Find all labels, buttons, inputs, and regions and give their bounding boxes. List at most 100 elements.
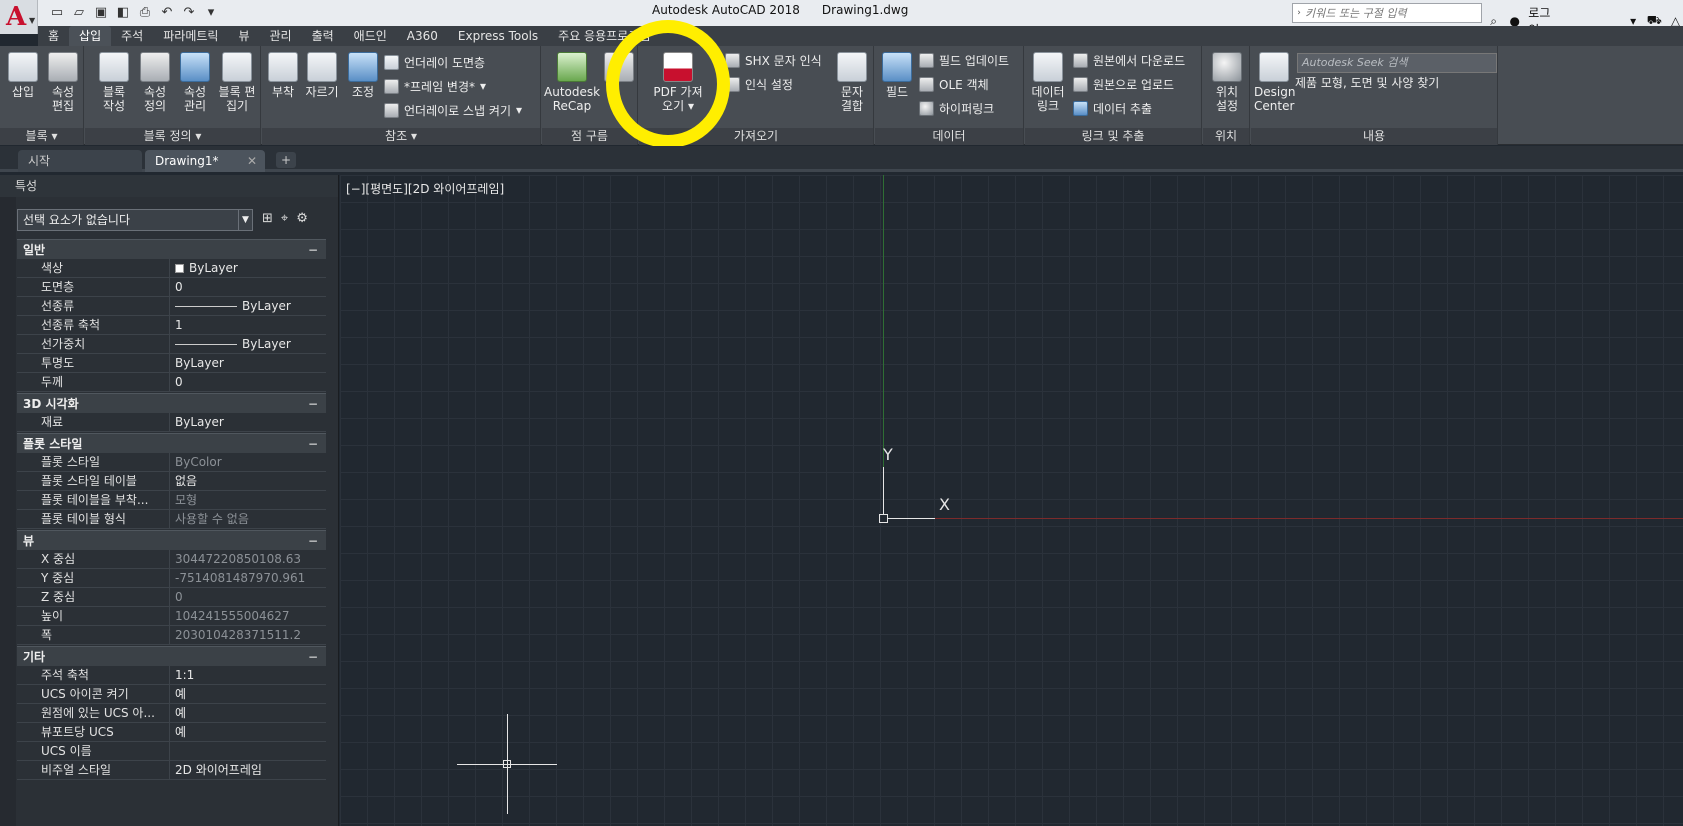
- property-value[interactable]: 1:1: [170, 666, 326, 684]
- hyperlink-button[interactable]: 하이퍼링크: [919, 98, 994, 118]
- insert-button[interactable]: 삽입: [6, 52, 40, 99]
- property-value[interactable]: [170, 742, 326, 760]
- frame-change-button[interactable]: *프레임 변경* ▾: [384, 76, 486, 96]
- palette-side-bar[interactable]: [0, 197, 16, 826]
- property-row[interactable]: 도면층 0: [17, 278, 326, 297]
- property-row[interactable]: UCS 아이콘 켜기 예: [17, 685, 326, 704]
- panel-title-reference[interactable]: 참조 ▾: [262, 128, 540, 145]
- property-row[interactable]: 플롯 스타일 테이블 없음: [17, 472, 326, 491]
- property-value[interactable]: 없음: [170, 472, 326, 490]
- help-search-box[interactable]: ›: [1292, 3, 1482, 23]
- property-row[interactable]: 선종류 축척 1: [17, 316, 326, 335]
- quick-select-icon[interactable]: ⚙: [296, 211, 308, 226]
- tab-manage[interactable]: 관리: [259, 26, 301, 46]
- extract-data-button[interactable]: 데이터 추출: [1073, 98, 1152, 118]
- tab-featured-apps[interactable]: 주요 응용프로그램: [548, 26, 660, 46]
- redo-icon[interactable]: ↷: [180, 4, 198, 22]
- property-value[interactable]: 예: [170, 704, 326, 722]
- property-row[interactable]: 비주얼 스타일 2D 와이어프레임: [17, 761, 326, 780]
- recap-button[interactable]: Autodesk ReCap: [544, 52, 600, 113]
- tab-drawing1[interactable]: Drawing1* ✕: [145, 150, 265, 172]
- collapse-icon[interactable]: −: [308, 531, 318, 551]
- property-value[interactable]: 예: [170, 723, 326, 741]
- upload-source-button[interactable]: 원본으로 업로드: [1073, 74, 1174, 94]
- collapse-icon[interactable]: −: [308, 647, 318, 667]
- save-as-icon[interactable]: ◧: [114, 4, 132, 22]
- tab-express-tools[interactable]: Express Tools: [448, 26, 548, 46]
- underlay-layers-button[interactable]: 언더레이 도면층: [384, 52, 485, 72]
- set-location-button[interactable]: 위치 설정: [1210, 52, 1244, 113]
- edit-attribute-button[interactable]: 속성 편집: [46, 52, 80, 113]
- download-source-button[interactable]: 원본에서 다운로드: [1073, 50, 1185, 70]
- collapse-icon[interactable]: −: [308, 240, 318, 260]
- toggle-pickadd-icon[interactable]: ⊞: [262, 211, 273, 226]
- undo-icon[interactable]: ↶: [158, 4, 176, 22]
- application-menu-button[interactable]: A ▼: [0, 0, 38, 34]
- property-value[interactable]: ByLayer: [170, 413, 326, 431]
- tab-annotate[interactable]: 주석: [111, 26, 153, 46]
- tab-a360[interactable]: A360: [397, 26, 448, 46]
- property-row[interactable]: 투명도 ByLayer: [17, 354, 326, 373]
- define-attribute-button[interactable]: 속성 정의: [138, 52, 172, 113]
- tab-view[interactable]: 뷰: [228, 26, 259, 46]
- property-value[interactable]: ByLayer: [170, 259, 326, 277]
- property-value[interactable]: ByLayer: [170, 335, 326, 353]
- property-category[interactable]: 뷰 −: [17, 530, 326, 550]
- property-row[interactable]: 플롯 테이블을 부착... 모형: [17, 491, 326, 510]
- property-row[interactable]: UCS 이름: [17, 742, 326, 761]
- property-row[interactable]: 주석 축척 1:1: [17, 666, 326, 685]
- shx-recognize-button[interactable]: SHX 문자 인식: [725, 50, 822, 70]
- property-category[interactable]: 3D 시각화 −: [17, 393, 326, 413]
- property-value[interactable]: 1: [170, 316, 326, 334]
- data-link-button[interactable]: 데이터 링크: [1030, 52, 1066, 113]
- save-icon[interactable]: ▣: [92, 4, 110, 22]
- panel-title-block[interactable]: 블록 ▾: [0, 128, 83, 145]
- viewport-controls[interactable]: [−][평면도][2D 와이어프레임]: [346, 180, 504, 197]
- property-row[interactable]: X 중심 30447220850108.63: [17, 550, 326, 569]
- clip-button[interactable]: 자르기: [302, 52, 342, 99]
- new-tab-button[interactable]: +: [276, 152, 296, 168]
- tab-start[interactable]: 시작: [18, 150, 142, 172]
- property-row[interactable]: 플롯 테이블 형식 사용할 수 없음: [17, 510, 326, 529]
- attach-point-cloud-button[interactable]: [604, 52, 634, 85]
- property-row[interactable]: 원점에 있는 UCS 아... 예: [17, 704, 326, 723]
- tab-home[interactable]: 홈: [38, 26, 69, 46]
- property-value[interactable]: 0: [170, 278, 326, 296]
- property-row[interactable]: 두께 0: [17, 373, 326, 392]
- property-value[interactable]: ByLayer: [170, 354, 326, 372]
- close-icon[interactable]: ✕: [247, 150, 257, 172]
- open-icon[interactable]: ▱: [70, 4, 88, 22]
- tab-parametric[interactable]: 파라메트릭: [153, 26, 228, 46]
- manage-attributes-button[interactable]: 속성 관리: [178, 52, 212, 113]
- property-row[interactable]: 폭 203010428371511.2: [17, 626, 326, 645]
- collapse-icon[interactable]: −: [308, 394, 318, 414]
- selection-dropdown[interactable]: 선택 요소가 없습니다 ▼: [17, 209, 253, 231]
- create-block-button[interactable]: 블록 작성: [97, 52, 131, 113]
- plot-icon[interactable]: ⎙: [136, 4, 154, 22]
- property-row[interactable]: 선가중치 ByLayer: [17, 335, 326, 354]
- property-row[interactable]: 재료 ByLayer: [17, 413, 326, 432]
- property-row[interactable]: 선종류 ByLayer: [17, 297, 326, 316]
- property-value[interactable]: 예: [170, 685, 326, 703]
- property-row[interactable]: Z 중심 0: [17, 588, 326, 607]
- block-editor-button[interactable]: 블록 편집기: [218, 52, 256, 113]
- property-row[interactable]: 높이 104241555004627: [17, 607, 326, 626]
- property-row[interactable]: 뷰포트당 UCS 예: [17, 723, 326, 742]
- recognize-settings-button[interactable]: 인식 설정: [725, 74, 793, 94]
- adjust-button[interactable]: 조정: [346, 52, 380, 99]
- property-value[interactable]: 2D 와이어프레임: [170, 761, 326, 779]
- update-fields-button[interactable]: 필드 업데이트: [919, 50, 1009, 70]
- design-center-button[interactable]: Design Center: [1254, 52, 1295, 113]
- customize-qat-icon[interactable]: ▾: [202, 4, 220, 22]
- property-category[interactable]: 일반 −: [17, 239, 326, 259]
- seek-search-input[interactable]: Autodesk Seek 검색: [1297, 53, 1497, 73]
- property-row[interactable]: Y 중심 -7514081487970.961: [17, 569, 326, 588]
- property-value[interactable]: ByLayer: [170, 297, 326, 315]
- field-button[interactable]: 필드: [881, 52, 913, 99]
- new-icon[interactable]: ▭: [48, 4, 66, 22]
- property-category[interactable]: 플롯 스타일 −: [17, 433, 326, 453]
- combine-text-button[interactable]: 문자 결합: [835, 52, 869, 113]
- property-value[interactable]: 0: [170, 373, 326, 391]
- attach-button[interactable]: 부착: [266, 52, 300, 99]
- panel-title-block-definition[interactable]: 블록 정의 ▾: [85, 128, 260, 145]
